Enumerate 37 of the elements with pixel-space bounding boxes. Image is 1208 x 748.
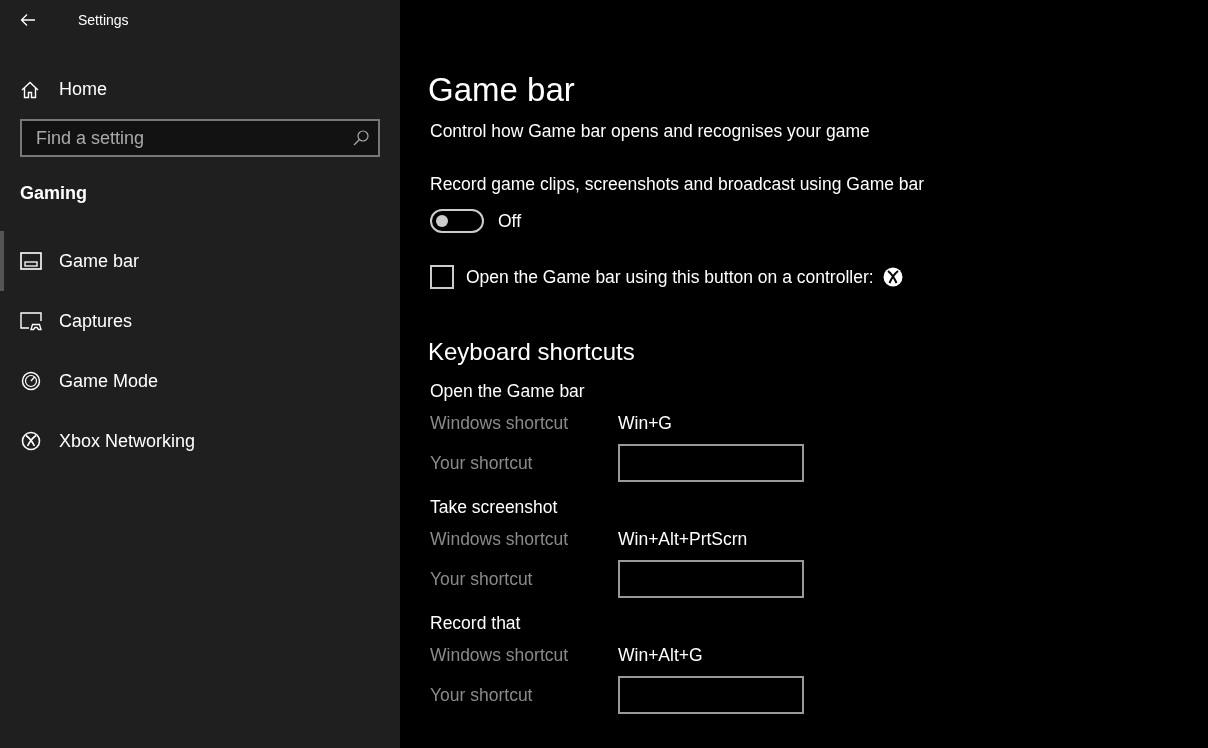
checkbox-label: Open the Game bar using this button on a controller:: [466, 266, 874, 288]
shortcut-value: Win+Alt+G: [618, 644, 703, 666]
shortcut-input[interactable]: [618, 676, 804, 714]
nav-item[interactable]: Captures: [0, 291, 400, 351]
search-field[interactable]: Find a setting: [20, 119, 380, 157]
shortcut-name: Record that: [430, 612, 522, 635]
shortcut-input[interactable]: [618, 560, 804, 598]
game-bar-icon: [20, 251, 42, 271]
speedometer-icon: [20, 371, 42, 391]
checkbox[interactable]: [430, 265, 454, 289]
shortcut-value: Win+G: [618, 412, 672, 434]
shortcut-label: Windows shortcut: [430, 528, 570, 550]
shortcut-label: Your shortcut: [430, 452, 534, 474]
shortcut-label: Windows shortcut: [430, 644, 570, 666]
shortcut-label: Your shortcut: [430, 684, 534, 706]
home-icon: [20, 79, 40, 100]
shortcut-value: Win+Alt+PrtScrn: [618, 528, 748, 550]
xbox-logo-icon: [882, 267, 903, 287]
nav-item[interactable]: Xbox Networking: [0, 411, 400, 471]
xbox-logo-icon: [20, 431, 42, 451]
home-link[interactable]: Home: [20, 79, 107, 100]
setting-label: Record game clips, screenshots and broadcast using Game bar: [430, 174, 926, 195]
shortcut-label: Windows shortcut: [430, 412, 570, 434]
toggle-switch[interactable]: [430, 209, 484, 233]
page-title: Game bar: [428, 70, 576, 110]
shortcut-name: Open the Game bar: [430, 380, 586, 403]
screen-controller-icon: [20, 311, 42, 331]
search-icon: [352, 129, 370, 147]
shortcut-label: Your shortcut: [430, 568, 534, 590]
shortcut-input[interactable]: [618, 444, 804, 482]
window-title: Settings: [78, 12, 129, 28]
shortcut-name: Take screenshot: [430, 496, 559, 519]
page-description: Control how Game bar opens and recognises your game: [430, 121, 871, 142]
section-heading: Keyboard shortcuts: [428, 337, 636, 367]
section-heading: Gaming: [20, 183, 88, 204]
toggle-state: Off: [498, 210, 522, 232]
nav-item[interactable]: Game Mode: [0, 351, 400, 411]
